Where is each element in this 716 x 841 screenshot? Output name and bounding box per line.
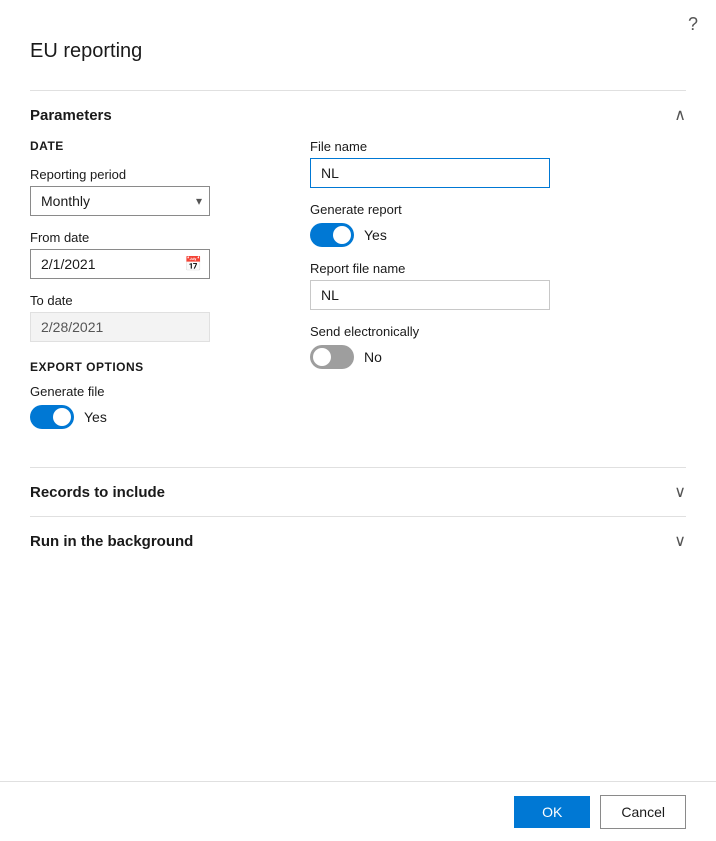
generate-report-field: Generate report Yes [310, 202, 686, 247]
page-title: EU reporting [30, 40, 142, 63]
file-name-field: File name [310, 139, 686, 188]
parameters-body: DATE Reporting period Monthly Daily Quar… [30, 139, 686, 467]
from-date-input[interactable] [30, 249, 210, 279]
send-electronically-slider [310, 345, 354, 369]
from-date-wrapper: 📅 [30, 249, 210, 279]
parameters-header[interactable]: Parameters ∧ [30, 91, 686, 139]
main-content: Parameters ∧ DATE Reporting period Month… [0, 90, 716, 781]
generate-file-slider [30, 405, 74, 429]
right-column: File name Generate report Yes [310, 139, 686, 443]
send-electronically-toggle-row: No [310, 345, 686, 369]
generate-file-label: Generate file [30, 384, 270, 399]
reporting-period-label: Reporting period [30, 167, 270, 182]
send-electronically-label: Send electronically [310, 324, 686, 339]
send-electronically-toggle[interactable] [310, 345, 354, 369]
records-to-include-header[interactable]: Records to include ∨ [30, 468, 686, 516]
generate-file-toggle[interactable] [30, 405, 74, 429]
from-date-field: From date 📅 [30, 230, 270, 279]
reporting-period-field: Reporting period Monthly Daily Quarterly… [30, 167, 270, 216]
generate-report-value: Yes [364, 227, 387, 243]
parameters-title: Parameters [30, 107, 112, 124]
records-to-include-title: Records to include [30, 484, 165, 501]
from-date-label: From date [30, 230, 270, 245]
generate-file-field: Generate file Yes [30, 384, 270, 429]
report-file-name-label: Report file name [310, 261, 686, 276]
report-file-name-input[interactable] [310, 280, 550, 310]
to-date-label: To date [30, 293, 270, 308]
left-column: DATE Reporting period Monthly Daily Quar… [30, 139, 270, 443]
calendar-icon[interactable]: 📅 [185, 256, 202, 273]
generate-report-label: Generate report [310, 202, 686, 217]
records-to-include-chevron: ∨ [674, 482, 686, 502]
cancel-button[interactable]: Cancel [600, 795, 686, 829]
generate-report-toggle[interactable] [310, 223, 354, 247]
file-name-input[interactable] [310, 158, 550, 188]
help-icon[interactable]: ? [688, 14, 698, 35]
to-date-field: To date [30, 293, 270, 342]
file-name-label: File name [310, 139, 686, 154]
send-electronically-field: Send electronically No [310, 324, 686, 369]
run-in-background-header[interactable]: Run in the background ∨ [30, 517, 686, 565]
send-electronically-value: No [364, 349, 382, 365]
ok-button[interactable]: OK [514, 796, 590, 828]
date-group-label: DATE [30, 139, 270, 153]
run-in-background-chevron: ∨ [674, 531, 686, 551]
run-in-background-title: Run in the background [30, 533, 193, 550]
export-options-label: EXPORT OPTIONS [30, 360, 270, 374]
parameters-section: Parameters ∧ DATE Reporting period Month… [30, 90, 686, 467]
reporting-period-select[interactable]: Monthly Daily Quarterly Yearly [30, 186, 210, 216]
records-to-include-section: Records to include ∨ [30, 467, 686, 516]
run-in-background-section: Run in the background ∨ [30, 516, 686, 565]
generate-file-toggle-row: Yes [30, 405, 270, 429]
generate-report-slider [310, 223, 354, 247]
generate-report-toggle-row: Yes [310, 223, 686, 247]
parameters-chevron: ∧ [674, 105, 686, 125]
to-date-input [30, 312, 210, 342]
generate-file-value: Yes [84, 409, 107, 425]
bottom-bar: OK Cancel [0, 781, 716, 841]
reporting-period-select-wrapper[interactable]: Monthly Daily Quarterly Yearly ▾ [30, 186, 210, 216]
report-file-name-field: Report file name [310, 261, 686, 310]
